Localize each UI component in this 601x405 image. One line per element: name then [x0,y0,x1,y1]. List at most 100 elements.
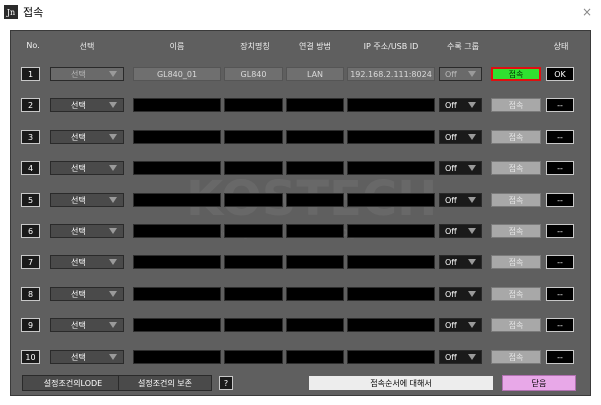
status-indicator: -- [546,98,574,112]
device-model-field-label: GL840 [240,69,267,79]
group-dropdown[interactable]: Off [439,224,482,238]
connect-button[interactable]: 접속 [491,287,541,301]
select-dropdown-label: 선택 [71,289,86,299]
connection-order-info[interactable]: 접속순서에 대해서 [309,376,493,390]
connect-button-label: 접속 [508,352,524,362]
device-model-field [224,161,283,175]
select-dropdown[interactable]: 선택 [50,255,124,269]
chevron-down-icon [109,165,117,171]
load-settings-button[interactable]: 설정조건의LODE [22,375,124,391]
window-title: 접속 [23,6,44,19]
group-dropdown[interactable]: Off [439,287,482,301]
chevron-down-icon [468,259,476,265]
select-dropdown-label: 선택 [71,226,86,236]
connection-method-field: LAN [286,67,344,81]
select-dropdown[interactable]: 선택 [50,224,124,238]
status-indicator-label: -- [557,100,563,110]
ip-address-field [347,318,435,332]
group-dropdown[interactable]: Off [439,161,482,175]
chevron-down-icon [468,291,476,297]
select-dropdown[interactable]: 선택 [50,161,124,175]
header-name: 이름 [169,42,185,51]
status-indicator-label: -- [557,132,563,142]
status-indicator-label: OK [554,69,566,79]
status-indicator-label: -- [557,226,563,236]
ip-address-field: 192.168.2.111:8024 [347,67,435,81]
select-dropdown[interactable]: 선택 [50,67,124,81]
save-settings-button[interactable]: 설정조건의 보존 [118,375,212,391]
header-device: 장치명칭 [240,42,270,51]
chevron-down-icon [109,71,117,77]
connect-button-label: 접속 [508,257,524,267]
row-number-label: 8 [27,289,34,299]
status-indicator-label: -- [557,195,563,205]
chevron-down-icon [468,354,476,360]
row-number: 4 [21,161,40,175]
device-model-field [224,255,283,269]
connect-button[interactable]: 접속 [491,98,541,112]
group-dropdown[interactable]: Off [439,67,482,81]
connect-button[interactable]: 접속 [491,67,541,81]
device-name-field [133,318,221,332]
device-model-field [224,318,283,332]
connect-button[interactable]: 접속 [491,255,541,269]
device-name-field [133,193,221,207]
chevron-down-icon [468,71,476,77]
chevron-down-icon [109,228,117,234]
window-close-button[interactable]: × [579,4,595,20]
connection-method-field [286,287,344,301]
group-dropdown-label: Off [445,163,457,173]
connect-button[interactable]: 접속 [491,193,541,207]
row-number-label: 5 [27,195,34,205]
help-button[interactable]: ? [219,376,233,390]
row-number: 6 [21,224,40,238]
select-dropdown[interactable]: 선택 [50,98,124,112]
row-number-label: 3 [27,132,34,142]
group-dropdown[interactable]: Off [439,318,482,332]
select-dropdown[interactable]: 선택 [50,287,124,301]
ip-address-field [347,287,435,301]
select-dropdown[interactable]: 선택 [50,318,124,332]
row-number-label: 1 [27,69,34,79]
connection-method-field [286,318,344,332]
device-name-field [133,350,221,364]
select-dropdown-label: 선택 [71,257,86,267]
group-dropdown-label: Off [445,320,457,330]
select-dropdown[interactable]: 선택 [50,350,124,364]
device-model-field [224,193,283,207]
device-name-field [133,130,221,144]
group-dropdown[interactable]: Off [439,193,482,207]
row-number: 8 [21,287,40,301]
connection-method-field [286,193,344,207]
ip-address-field [347,350,435,364]
status-indicator: -- [546,130,574,144]
connect-button[interactable]: 접속 [491,318,541,332]
select-dropdown[interactable]: 선택 [50,130,124,144]
connect-button-label: 접속 [508,320,524,330]
chevron-down-icon [109,134,117,140]
select-dropdown-label: 선택 [71,352,86,362]
chevron-down-icon [109,102,117,108]
row-number-label: 9 [27,320,34,330]
ip-address-field [347,255,435,269]
group-dropdown-label: Off [445,226,457,236]
connect-button[interactable]: 접속 [491,224,541,238]
connect-button[interactable]: 접속 [491,130,541,144]
select-dropdown[interactable]: 선택 [50,193,124,207]
close-button[interactable]: 닫음 [502,375,576,391]
group-dropdown[interactable]: Off [439,255,482,269]
status-indicator: -- [546,161,574,175]
device-name-field [133,287,221,301]
group-dropdown[interactable]: Off [439,130,482,144]
group-dropdown[interactable]: Off [439,98,482,112]
status-indicator: OK [546,67,574,81]
ip-address-field [347,161,435,175]
connection-method-field [286,130,344,144]
group-dropdown-label: Off [445,132,457,142]
group-dropdown[interactable]: Off [439,350,482,364]
row-number-label: 10 [25,352,36,362]
connect-button[interactable]: 접속 [491,161,541,175]
device-name-field [133,161,221,175]
row-number: 5 [21,193,40,207]
connect-button[interactable]: 접속 [491,350,541,364]
